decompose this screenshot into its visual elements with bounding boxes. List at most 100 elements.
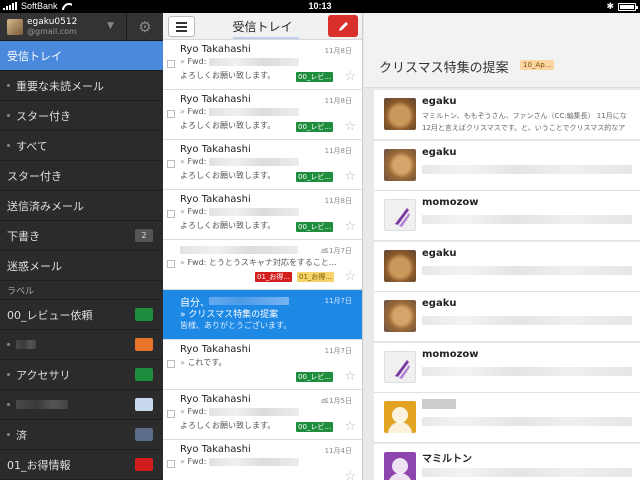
sender-avatar — [384, 350, 416, 383]
message-snippet: よろしくお願い致します。 — [180, 221, 276, 230]
message-snippet: よろしくお願い致します。 — [180, 421, 276, 430]
sidebar-label-name: アクセサリ — [16, 368, 71, 382]
message-row[interactable]: Ryo Takahashi 11月8日» Fwd: よろしくお願い致します。 00_レ… — [163, 140, 362, 190]
account-avatar — [7, 18, 23, 35]
label-color-swatch — [135, 338, 153, 351]
message-checkbox[interactable] — [167, 360, 175, 368]
gear-icon[interactable]: ⚙ — [126, 13, 163, 41]
sidebar-label-item[interactable]: 00_レビュー依頼 — [0, 300, 163, 330]
message-row[interactable]: Ryo Takahashi 11月8日» Fwd: よろしくお願い致します。 00_レ… — [163, 190, 362, 240]
message-label: 00_レビ... — [296, 222, 334, 232]
message-sender: Ryo Takahashi — [180, 44, 251, 55]
message-subject: これです。 — [187, 358, 227, 367]
star-icon[interactable]: ☆ — [344, 220, 356, 233]
sidebar-item[interactable]: 迷惑メール — [0, 251, 163, 281]
sidebar-item[interactable]: 送信済みメール — [0, 191, 163, 221]
conversation-message[interactable]: egaku — [374, 140, 640, 191]
sidebar-item[interactable]: 重要な未読メール — [0, 71, 163, 101]
sidebar-label-item[interactable]: アクセサリ — [0, 360, 163, 390]
message-date: 11月8日 — [324, 47, 352, 55]
label-color-swatch — [135, 398, 153, 411]
sender-avatar — [384, 401, 416, 433]
message-row[interactable]: Ryo Takahashi 11月8日» Fwd: よろしくお願い致します。 00_レ… — [163, 90, 362, 140]
message-checkbox[interactable] — [167, 460, 175, 468]
message-snippet: よろしくお願い致します。 — [180, 171, 276, 180]
redacted-text — [180, 246, 298, 254]
sidebar-label-item[interactable] — [0, 330, 163, 360]
conversation-message[interactable]: momozow — [374, 342, 640, 393]
sender-avatar — [384, 300, 416, 332]
star-icon[interactable]: ☆ — [344, 270, 356, 283]
message-row[interactable]: Ryo Takahashi 11月8日» Fwd: よろしくお願い致します。 00_レ… — [163, 40, 362, 90]
message-checkbox[interactable] — [167, 210, 175, 218]
sidebar-item-label: スター付き — [16, 109, 71, 123]
redacted-text — [209, 407, 300, 416]
message-row[interactable]: Ryo Takahashi 11月4日» Fwd: ☆ — [163, 440, 362, 480]
message-subject: Fwd: — [187, 157, 207, 166]
account-email: @gmail.com — [27, 26, 77, 36]
redacted-text — [209, 107, 300, 116]
chevron-down-icon[interactable]: ▼ — [107, 21, 114, 31]
message-row[interactable]: Ryo Takahashi 11月7日» これです。 00_レビ... ☆ — [163, 340, 362, 390]
bullet-icon — [7, 373, 10, 376]
message-row[interactable]: 11月7日 ⌀» Fwd: とうとうスキャナ対応をすること... 01_お得... 0… — [163, 240, 362, 290]
bluetooth-icon: ✱ — [606, 1, 614, 11]
redacted-text — [209, 157, 300, 166]
thread-label[interactable]: 10_Ap... — [520, 60, 555, 70]
star-icon[interactable]: ☆ — [344, 370, 356, 383]
compose-button[interactable] — [328, 15, 358, 37]
message-sender: Ryo Takahashi — [180, 344, 251, 355]
message-sender: Ryo Takahashi — [180, 394, 251, 405]
message-label: 00_レビ... — [296, 72, 334, 82]
sidebar-item-label: 迷惑メール — [7, 259, 62, 273]
sidebar-label-item[interactable] — [0, 390, 163, 420]
conversation-message[interactable]: egaku — [374, 241, 640, 292]
bullet-icon — [7, 84, 10, 87]
message-subject: Fwd: とうとうスキャナ対応をすること... — [187, 258, 337, 267]
sidebar-item[interactable]: 下書き 2 — [0, 221, 163, 251]
star-icon[interactable]: ☆ — [344, 470, 356, 480]
star-icon[interactable]: ☆ — [344, 120, 356, 133]
message-label: 00_レビ... — [296, 172, 334, 182]
message-subject: Fwd: — [187, 457, 207, 466]
conversation-message[interactable]: egaku マミルトン、ももぞうさん、ファンさん（CC:編集長） 11月にな 12月… — [374, 90, 640, 140]
conversation-message[interactable]: momozow — [374, 191, 640, 241]
message-label: 00_レビ... — [296, 422, 334, 432]
sidebar-item[interactable]: スター付き — [0, 161, 163, 191]
account-switcher[interactable]: egaku0512 @gmail.com ▼ ⚙ — [0, 13, 163, 41]
sidebar-item[interactable]: スター付き — [0, 101, 163, 131]
redacted-text — [16, 340, 36, 349]
conversation-message[interactable]: マミルトン — [374, 443, 640, 480]
sidebar-item-label: 受信トレイ — [7, 49, 62, 63]
message-checkbox[interactable] — [167, 60, 175, 68]
message-row[interactable]: Ryo Takahashi 11月5日 ⌀» Fwd: よろしくお願い致します。 00_… — [163, 390, 362, 440]
star-icon[interactable]: ☆ — [344, 70, 356, 83]
star-icon[interactable]: ☆ — [344, 420, 356, 433]
message-checkbox[interactable] — [167, 160, 175, 168]
paperclip-icon: ⌀ — [321, 396, 326, 405]
redacted-text — [209, 207, 300, 216]
star-icon[interactable]: ☆ — [344, 170, 356, 183]
message-checkbox[interactable] — [167, 260, 175, 268]
message-checkbox[interactable] — [167, 110, 175, 118]
sidebar-item[interactable]: 受信トレイ — [0, 41, 163, 71]
labels-heading: ラベル — [0, 281, 163, 300]
message-subject: Fwd: — [187, 107, 207, 116]
sidebar-label-item[interactable]: 済 — [0, 420, 163, 450]
sender-name: egaku — [422, 247, 457, 259]
redacted-text — [422, 215, 632, 224]
message-sender: Ryo Takahashi — [180, 144, 251, 155]
message-row[interactable]: 自分、 11月7日» クリスマス特集の提案 皆様、ありがとうございます。 — [163, 290, 362, 340]
conversation-message[interactable] — [374, 393, 640, 443]
sidebar-item[interactable]: すべて — [0, 131, 163, 161]
redacted-text — [422, 366, 632, 376]
sidebar-item-label: 送信済みメール — [7, 199, 84, 213]
label-color-swatch — [135, 458, 153, 471]
message-checkbox[interactable] — [167, 410, 175, 418]
conversation-message[interactable]: egaku — [374, 292, 640, 342]
bullet-icon — [7, 144, 10, 147]
message-date: 11月8日 — [324, 197, 352, 205]
status-bar: SoftBank 10:13 ✱ — [0, 0, 640, 13]
sidebar-label-item[interactable]: 01_お得情報 — [0, 450, 163, 480]
message-label: 00_レビ... — [296, 122, 334, 132]
